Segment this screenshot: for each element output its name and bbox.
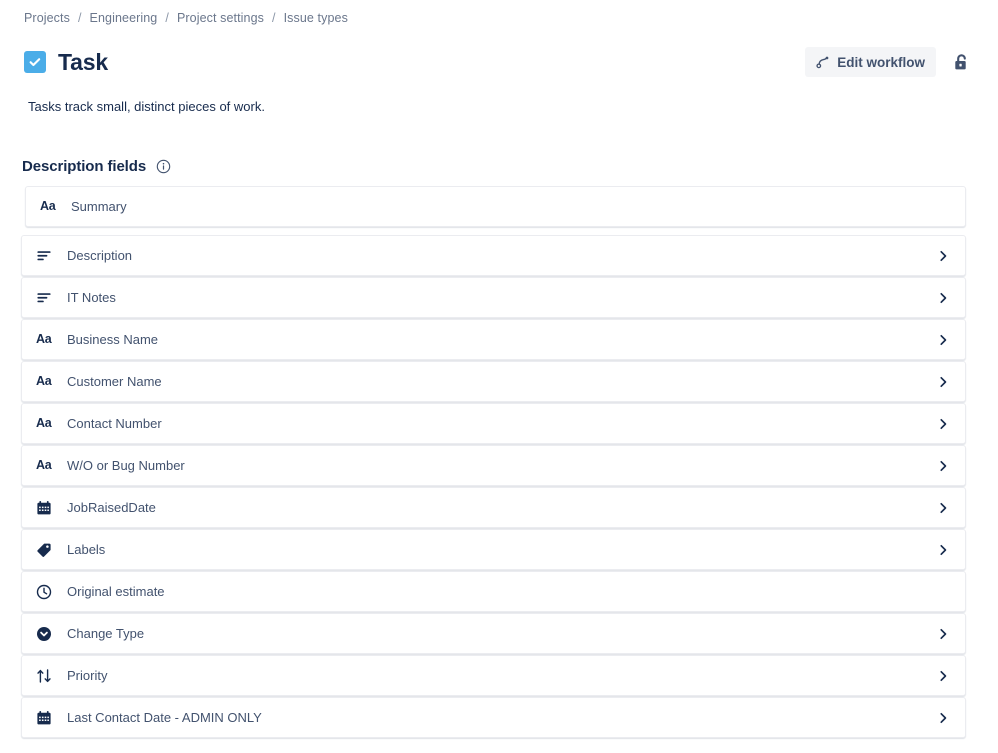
field-row[interactable]: Last Contact Date - ADMIN ONLY	[21, 697, 966, 738]
clock-icon	[36, 584, 56, 600]
chevron-right-icon[interactable]	[935, 500, 951, 516]
chevron-right-icon[interactable]	[935, 626, 951, 642]
field-label: Labels	[67, 541, 106, 557]
field-row[interactable]: JobRaisedDate	[21, 487, 966, 528]
field-label: Summary	[71, 198, 127, 214]
description-fields-heading: Description fields	[22, 158, 171, 175]
breadcrumb-item-3: Issue types	[283, 11, 348, 25]
field-row: Original estimate	[21, 571, 966, 612]
calendar-icon	[36, 500, 56, 516]
text-field-icon: Aa	[36, 332, 52, 347]
text-field-icon: Aa	[36, 458, 52, 473]
field-label: W/O or Bug Number	[67, 457, 185, 473]
breadcrumb-item-1[interactable]: Engineering	[90, 11, 158, 25]
field-row[interactable]: IT Notes	[21, 277, 966, 318]
field-row[interactable]: Description	[21, 235, 966, 276]
field-row[interactable]: Aa Customer Name	[21, 361, 966, 402]
text-field-icon: Aa	[36, 416, 52, 431]
field-row[interactable]: Aa Contact Number	[21, 403, 966, 444]
chevron-right-icon[interactable]	[935, 290, 951, 306]
chevron-right-icon[interactable]	[935, 332, 951, 348]
field-label: Priority	[67, 667, 108, 683]
field-label: Original estimate	[67, 583, 165, 599]
text-field-icon: Aa	[40, 199, 56, 214]
breadcrumb-item-2[interactable]: Project settings	[177, 11, 264, 25]
tag-icon	[36, 542, 56, 558]
edit-workflow-label: Edit workflow	[837, 54, 925, 70]
field-label: Change Type	[67, 625, 145, 641]
field-label: IT Notes	[67, 289, 116, 305]
page-title: Task	[58, 49, 108, 75]
info-circle-icon[interactable]	[156, 159, 171, 174]
field-label: Description	[67, 247, 133, 263]
workflow-icon	[816, 55, 830, 69]
chevron-right-icon[interactable]	[935, 668, 951, 684]
issue-type-settings-page: Projects / Engineering / Project settings / Is…	[0, 0, 998, 753]
chevron-right-icon[interactable]	[935, 458, 951, 474]
unlocked-padlock-icon[interactable]	[948, 48, 974, 76]
field-label: JobRaisedDate	[67, 499, 156, 515]
edit-workflow-button[interactable]: Edit workflow	[805, 47, 936, 77]
breadcrumb-item-0[interactable]: Projects	[24, 11, 70, 25]
paragraph-icon	[36, 248, 56, 264]
issue-type-description: Tasks track small, distinct pieces of wo…	[28, 99, 265, 114]
calendar-icon	[36, 710, 56, 726]
chevron-right-icon[interactable]	[935, 416, 951, 432]
field-label: Last Contact Date - ADMIN ONLY	[67, 709, 262, 725]
select-dropdown-icon	[36, 626, 56, 642]
text-field-icon: Aa	[36, 374, 52, 389]
field-label: Business Name	[67, 331, 159, 347]
chevron-right-icon[interactable]	[935, 374, 951, 390]
field-label: Customer Name	[67, 373, 162, 389]
field-label: Contact Number	[67, 415, 162, 431]
header-actions: Edit workflow	[805, 47, 974, 77]
field-row[interactable]: Priority	[21, 655, 966, 696]
field-row[interactable]: Change Type	[21, 613, 966, 654]
task-checkbox-icon	[24, 51, 46, 73]
paragraph-icon	[36, 290, 56, 306]
priority-arrows-icon	[36, 668, 56, 684]
field-row[interactable]: Labels	[21, 529, 966, 570]
breadcrumb-separator: /	[77, 11, 82, 25]
field-row[interactable]: Aa W/O or Bug Number	[21, 445, 966, 486]
description-fields-list: Aa Summary Description IT Notes Aa Business N…	[21, 186, 966, 739]
chevron-right-icon[interactable]	[935, 710, 951, 726]
breadcrumb-separator: /	[165, 11, 169, 25]
breadcrumb: Projects / Engineering / Project settings / Is…	[24, 11, 348, 25]
field-row[interactable]: Aa Business Name	[21, 319, 966, 360]
field-row: Aa Summary	[25, 186, 966, 227]
chevron-right-icon[interactable]	[935, 542, 951, 558]
chevron-right-icon[interactable]	[935, 248, 951, 264]
section-title: Description fields	[22, 158, 147, 175]
breadcrumb-separator: /	[272, 11, 276, 25]
page-header: Task Edit workflow	[24, 44, 974, 80]
